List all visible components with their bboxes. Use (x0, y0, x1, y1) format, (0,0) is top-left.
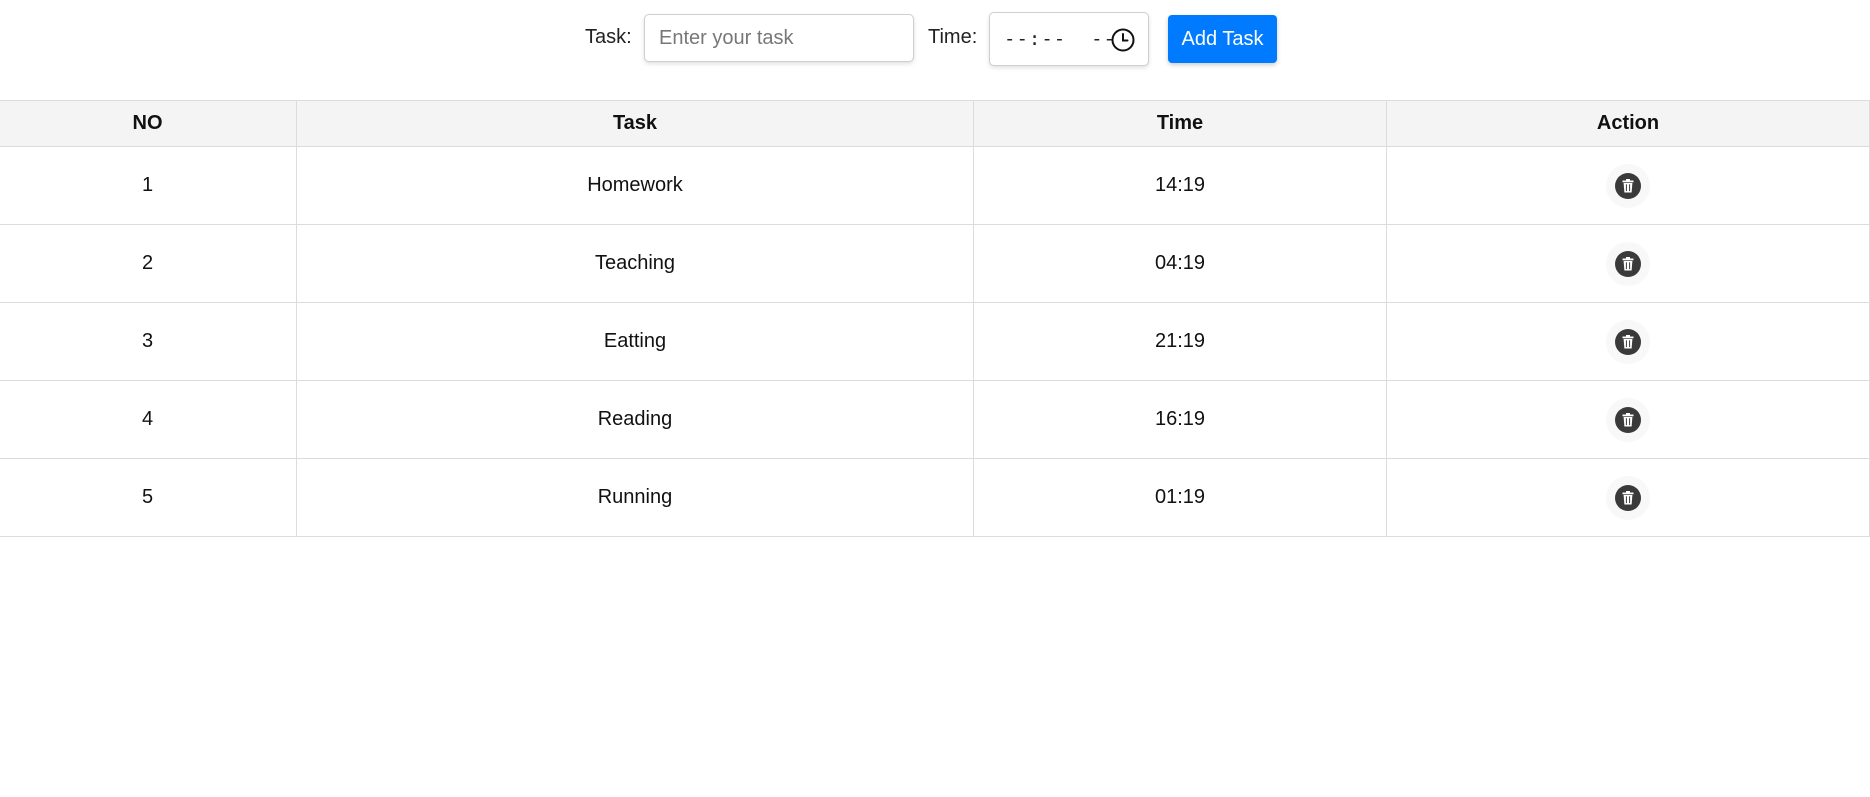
time-input[interactable]: --:-- -- (989, 12, 1149, 66)
row-time: 14:19 (973, 146, 1387, 225)
row-no: 3 (0, 302, 297, 381)
trash-icon (1615, 406, 1641, 433)
row-no: 5 (0, 458, 297, 537)
row-time: 21:19 (973, 302, 1387, 381)
row-action (1386, 224, 1870, 303)
delete-button[interactable] (1606, 397, 1650, 442)
table-header-row: NO Task Time Action (0, 100, 1870, 147)
time-label: Time: (928, 26, 978, 48)
row-task: Homework (296, 146, 974, 225)
header-no: NO (0, 100, 297, 147)
table-row: 4 Reading 16:19 (0, 380, 1870, 459)
row-time: 01:19 (973, 458, 1387, 537)
row-time: 04:19 (973, 224, 1387, 303)
trash-icon (1615, 250, 1641, 277)
header-task: Task (296, 100, 974, 147)
row-action (1386, 380, 1870, 459)
task-input[interactable] (644, 14, 914, 62)
row-action (1386, 302, 1870, 381)
row-task: Teaching (296, 224, 974, 303)
trash-icon (1615, 328, 1641, 355)
delete-button[interactable] (1606, 163, 1650, 208)
task-table: NO Task Time Action 1 Homework 14:19 2 T… (0, 100, 1870, 537)
header-action: Action (1386, 100, 1870, 147)
delete-button[interactable] (1606, 475, 1650, 520)
row-no: 2 (0, 224, 297, 303)
time-input-placeholder: --:-- -- (1004, 28, 1116, 50)
add-task-button[interactable]: Add Task (1168, 15, 1277, 63)
trash-icon (1615, 484, 1641, 511)
row-task: Reading (296, 380, 974, 459)
row-action (1386, 146, 1870, 225)
table-row: 3 Eatting 21:19 (0, 302, 1870, 381)
row-action (1386, 458, 1870, 537)
table-row: 5 Running 01:19 (0, 458, 1870, 537)
header-time: Time (973, 100, 1387, 147)
trash-icon (1615, 172, 1641, 199)
add-task-form: Task: Time: --:-- -- Add Task (0, 12, 1870, 66)
row-task: Eatting (296, 302, 974, 381)
row-no: 1 (0, 146, 297, 225)
delete-button[interactable] (1606, 319, 1650, 364)
table-row: 1 Homework 14:19 (0, 146, 1870, 225)
row-time: 16:19 (973, 380, 1387, 459)
table-row: 2 Teaching 04:19 (0, 224, 1870, 303)
row-no: 4 (0, 380, 297, 459)
clock-icon[interactable] (1110, 27, 1136, 53)
row-task: Running (296, 458, 974, 537)
delete-button[interactable] (1606, 241, 1650, 286)
task-label: Task: (585, 26, 632, 48)
